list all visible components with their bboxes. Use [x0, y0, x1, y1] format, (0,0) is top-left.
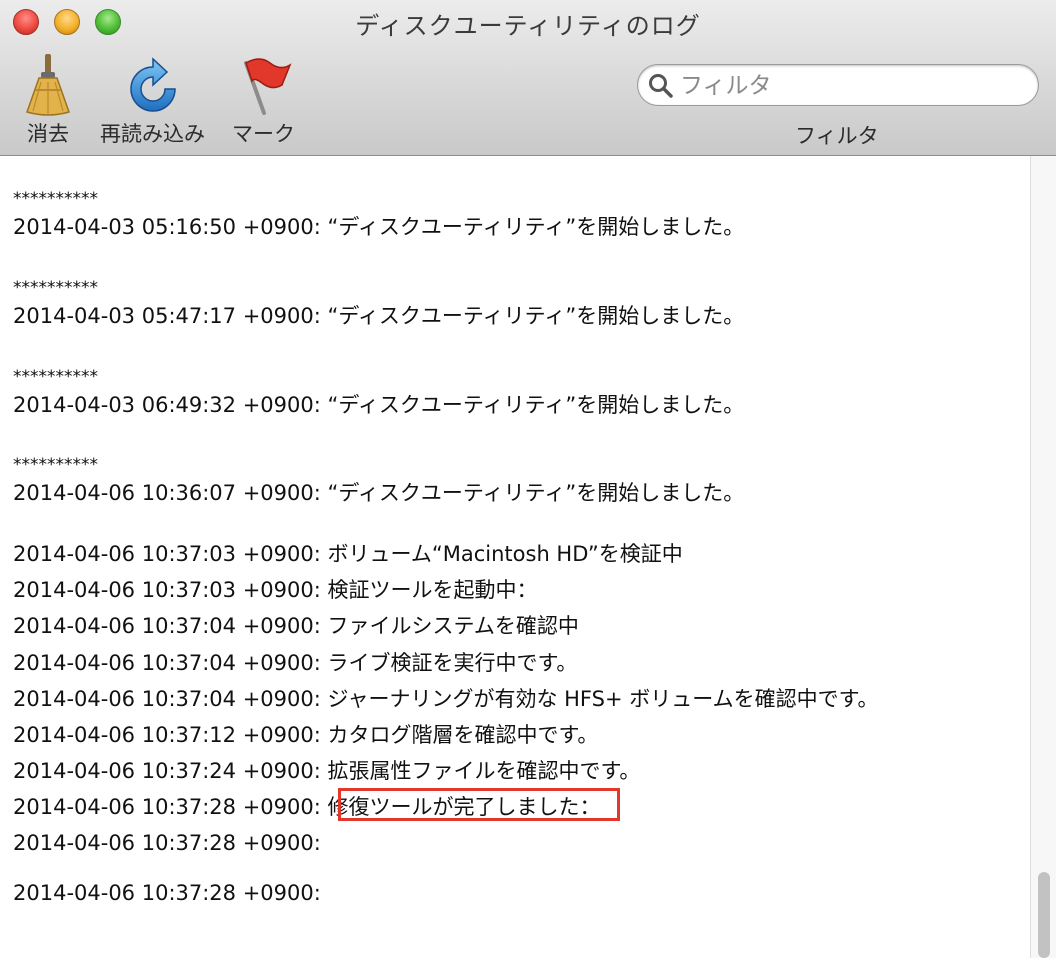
log-text-view[interactable]: ********** 2014-04-03 05:16:50 +0900: “デ… — [0, 156, 1030, 958]
log-line: 2014-04-06 10:37:04 +0900: ジャーナリングが有効な H… — [13, 687, 879, 711]
filter-label: フィルタ — [795, 124, 879, 148]
reload-label: 再読み込み — [100, 122, 205, 146]
log-line: 2014-04-06 10:36:07 +0900: “ディスクユーティリティ”… — [13, 481, 745, 505]
log-line: 2014-04-06 10:37:04 +0900: ライブ検証を実行中です。 — [13, 651, 578, 675]
log-separator: ********** — [13, 189, 98, 209]
log-line: 2014-04-06 10:37:03 +0900: 検証ツールを起動中： — [13, 578, 538, 602]
scrollbar-thumb[interactable] — [1038, 872, 1050, 958]
reload-icon — [123, 54, 183, 116]
reload-button[interactable]: 再読み込み — [100, 54, 205, 148]
magnifier-icon — [648, 73, 674, 103]
title-toolbar-area: ディスクユーティリティのログ 消去 再読み込み マーク フィルタ フィルタ — [0, 0, 1056, 156]
log-line: 2014-04-03 05:16:50 +0900: “ディスクユーティリティ”… — [13, 215, 745, 239]
log-line: 2014-04-06 10:37:28 +0900: — [13, 881, 321, 905]
disk-utility-log-window: ディスクユーティリティのログ 消去 再読み込み マーク フィルタ フィルタ **… — [0, 0, 1056, 958]
log-separator: ********** — [13, 367, 98, 387]
mark-label: マーク — [232, 122, 295, 146]
flag-icon — [234, 54, 294, 116]
log-line: 2014-04-03 05:47:17 +0900: “ディスクユーティリティ”… — [13, 304, 745, 328]
vertical-scrollbar[interactable] — [1030, 156, 1056, 958]
highlight-annotation-box — [338, 788, 620, 821]
log-line: 2014-04-03 06:49:32 +0900: “ディスクユーティリティ”… — [13, 393, 745, 417]
log-line: 2014-04-06 10:37:28 +0900: — [13, 831, 321, 855]
log-separator: ********** — [13, 278, 98, 298]
log-line: 2014-04-06 10:37:04 +0900: ファイルシステムを確認中 — [13, 614, 579, 638]
log-line: 2014-04-06 10:37:03 +0900: ボリューム“Macinto… — [13, 542, 683, 566]
filter-search-field[interactable] — [637, 64, 1039, 106]
window-title: ディスクユーティリティのログ — [355, 12, 701, 40]
log-line: 2014-04-06 10:37:24 +0900: 拡張属性ファイルを確認中で… — [13, 759, 641, 783]
broom-icon — [18, 54, 78, 116]
clear-label: 消去 — [27, 122, 69, 146]
mark-button[interactable]: マーク — [232, 54, 295, 148]
log-separator: ********** — [13, 455, 98, 475]
clear-button[interactable]: 消去 — [18, 54, 78, 148]
log-line: 2014-04-06 10:37:12 +0900: カタログ階層を確認中です。 — [13, 723, 599, 747]
filter-input[interactable] — [678, 69, 1022, 103]
